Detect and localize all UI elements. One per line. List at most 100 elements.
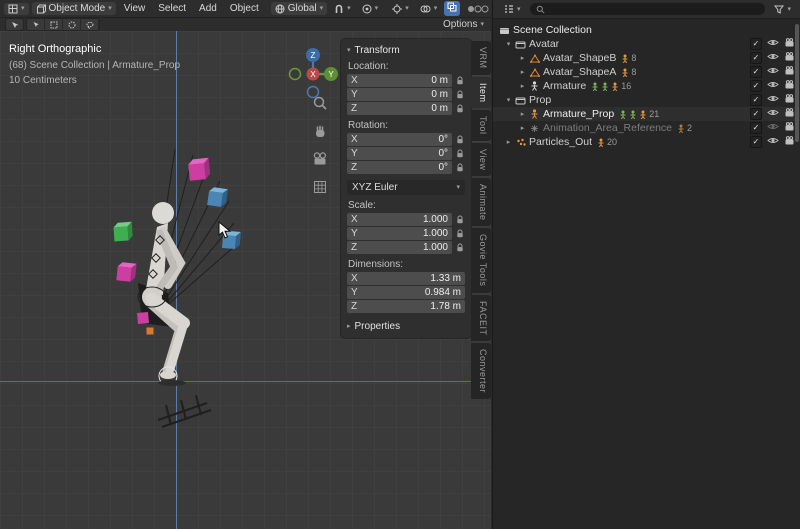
lock-icon[interactable]	[455, 104, 465, 113]
scale-y-field[interactable]: Y1.000	[347, 227, 452, 240]
lock-icon[interactable]	[455, 90, 465, 99]
eye-icon[interactable]	[767, 94, 779, 106]
outliner-row-avatar-shapea[interactable]: ▸ Avatar_ShapeA 8 ✓	[493, 65, 800, 79]
snap-dropdown[interactable]: ▾	[330, 3, 355, 15]
selectable-checkbox[interactable]: ✓	[750, 66, 762, 78]
chevron-down-icon: ▾	[787, 6, 791, 13]
armature-icon	[528, 81, 541, 91]
lock-icon[interactable]	[455, 215, 465, 224]
outliner-scrollbar[interactable]	[795, 24, 799, 142]
grid-toggle-icon[interactable]	[312, 179, 328, 198]
selectable-checkbox[interactable]: ✓	[750, 52, 762, 64]
scene-cubes[interactable]	[113, 158, 241, 335]
options-dropdown[interactable]: Options ▾	[443, 19, 484, 30]
properties-panel-header[interactable]: ▸ Properties	[347, 321, 465, 332]
exclude-checkbox[interactable]: ✓	[750, 94, 762, 106]
location-z-field[interactable]: Z0 m	[347, 102, 452, 115]
disclosure-open-icon[interactable]: ▾	[503, 96, 514, 104]
outliner-row-animation-area-reference[interactable]: ▸ Animation_Area_Reference 2 ✓	[493, 121, 800, 135]
rotation-z-field[interactable]: Z0°	[347, 161, 452, 174]
proportional-editing-dropdown[interactable]: ▾	[358, 3, 383, 15]
location-y-field[interactable]: Y0 m	[347, 88, 452, 101]
menu-object[interactable]: Object	[225, 2, 264, 15]
disclosure-open-icon[interactable]: ▾	[503, 40, 514, 48]
pan-hand-icon[interactable]	[312, 123, 328, 142]
chevron-down-icon: ▾	[108, 5, 112, 12]
eye-icon[interactable]	[767, 66, 779, 78]
badge-count: 2	[687, 123, 692, 133]
tab-animate[interactable]: Animate	[471, 178, 491, 227]
dimensions-y-field[interactable]: Y0.984 m	[347, 286, 465, 299]
outliner-row-prop[interactable]: ▾ Prop ✓	[493, 93, 800, 107]
lock-icon[interactable]	[455, 243, 465, 252]
select-circle-button[interactable]	[63, 19, 81, 30]
disclosure-closed-icon[interactable]: ▸	[517, 82, 528, 90]
disclosure-closed-icon[interactable]: ▸	[517, 68, 528, 76]
menu-view[interactable]: View	[119, 2, 151, 15]
reference-object[interactable]	[158, 395, 211, 427]
eye-icon[interactable]	[767, 52, 779, 64]
transform-panel-header[interactable]: ▾ Transform	[347, 45, 465, 56]
outliner-row-armature[interactable]: ▸ Armature 16 ✓	[493, 79, 800, 93]
disclosure-closed-icon[interactable]: ▸	[517, 54, 528, 62]
outliner-row-armature-prop[interactable]: ▸ Armature_Prop 21 ✓	[493, 107, 800, 121]
dimensions-x-field[interactable]: X1.33 m	[347, 272, 465, 285]
outliner-row-scene-collection[interactable]: Scene Collection	[493, 23, 800, 37]
eye-icon[interactable]	[767, 108, 779, 120]
active-viewport-toggle[interactable]	[444, 1, 460, 16]
tab-govie-tools[interactable]: Govie Tools	[471, 228, 491, 292]
outliner-row-avatar-shapeb[interactable]: ▸ Avatar_ShapeB 8 ✓	[493, 51, 800, 65]
camera-view-icon[interactable]	[312, 151, 328, 170]
selectable-checkbox[interactable]: ✓	[750, 80, 762, 92]
tab-faceit[interactable]: FACEIT	[471, 295, 491, 342]
eye-icon[interactable]	[767, 38, 779, 50]
tab-item[interactable]: Item	[471, 77, 491, 109]
show-gizmo-dropdown[interactable]: ▾	[388, 3, 413, 15]
rotation-y-field[interactable]: Y0°	[347, 147, 452, 160]
disclosure-closed-icon[interactable]: ▸	[503, 138, 514, 146]
lock-icon[interactable]	[455, 163, 465, 172]
exclude-checkbox[interactable]: ✓	[750, 38, 762, 50]
tab-converter[interactable]: Converter	[471, 343, 491, 399]
disclosure-closed-icon[interactable]: ▸	[517, 110, 528, 118]
show-overlays-dropdown[interactable]: ▾	[416, 3, 442, 15]
select-box-button[interactable]	[45, 19, 63, 30]
lock-icon[interactable]	[455, 149, 465, 158]
outliner-row-avatar[interactable]: ▾ Avatar ✓	[493, 37, 800, 51]
eye-closed-icon[interactable]	[767, 122, 779, 134]
gizmo-neg-y[interactable]	[290, 69, 301, 80]
location-x-field[interactable]: X0 m	[347, 74, 452, 87]
selectable-checkbox[interactable]: ✓	[750, 108, 762, 120]
menu-select[interactable]: Select	[153, 2, 191, 15]
tab-vrm[interactable]: VRM	[471, 41, 491, 75]
editor-type-button[interactable]: ▾	[4, 3, 29, 15]
selectable-checkbox[interactable]: ✓	[750, 122, 762, 134]
outliner-row-particles-out[interactable]: ▸ Particles_Out 20 ✓	[493, 135, 800, 149]
menu-add[interactable]: Add	[194, 2, 222, 15]
outliner-filter-button[interactable]: ▾	[770, 4, 795, 15]
select-lasso-button[interactable]	[81, 19, 99, 30]
outliner-search-input[interactable]	[530, 3, 766, 15]
dimensions-z-field[interactable]: Z1.78 m	[347, 300, 465, 313]
tab-tool[interactable]: Tool	[471, 110, 491, 141]
outliner-editor-type-button[interactable]: ▾	[499, 3, 525, 15]
rotation-mode-dropdown[interactable]: XYZ Euler ▾	[347, 180, 465, 195]
selectable-checkbox[interactable]: ✓	[750, 136, 762, 148]
tab-view[interactable]: View	[471, 143, 491, 176]
lock-icon[interactable]	[455, 229, 465, 238]
lock-icon[interactable]	[455, 135, 465, 144]
chevron-down-icon: ▾	[347, 5, 351, 12]
scale-z-field[interactable]: Z1.000	[347, 241, 452, 254]
active-tool-button[interactable]	[5, 18, 24, 31]
lock-icon[interactable]	[455, 76, 465, 85]
mode-dropdown[interactable]: Object Mode ▾	[32, 2, 116, 15]
scale-x-field[interactable]: X1.000	[347, 213, 452, 226]
select-tweak-button[interactable]	[27, 19, 45, 30]
viewport-canvas[interactable]: Right Orthographic (68) Scene Collection…	[0, 31, 491, 529]
eye-icon[interactable]	[767, 136, 779, 148]
zoom-icon[interactable]	[312, 95, 328, 114]
disclosure-closed-icon[interactable]: ▸	[517, 124, 528, 132]
eye-icon[interactable]	[767, 80, 779, 92]
rotation-x-field[interactable]: X0°	[347, 133, 452, 146]
orientation-dropdown[interactable]: Global ▾	[271, 2, 327, 15]
